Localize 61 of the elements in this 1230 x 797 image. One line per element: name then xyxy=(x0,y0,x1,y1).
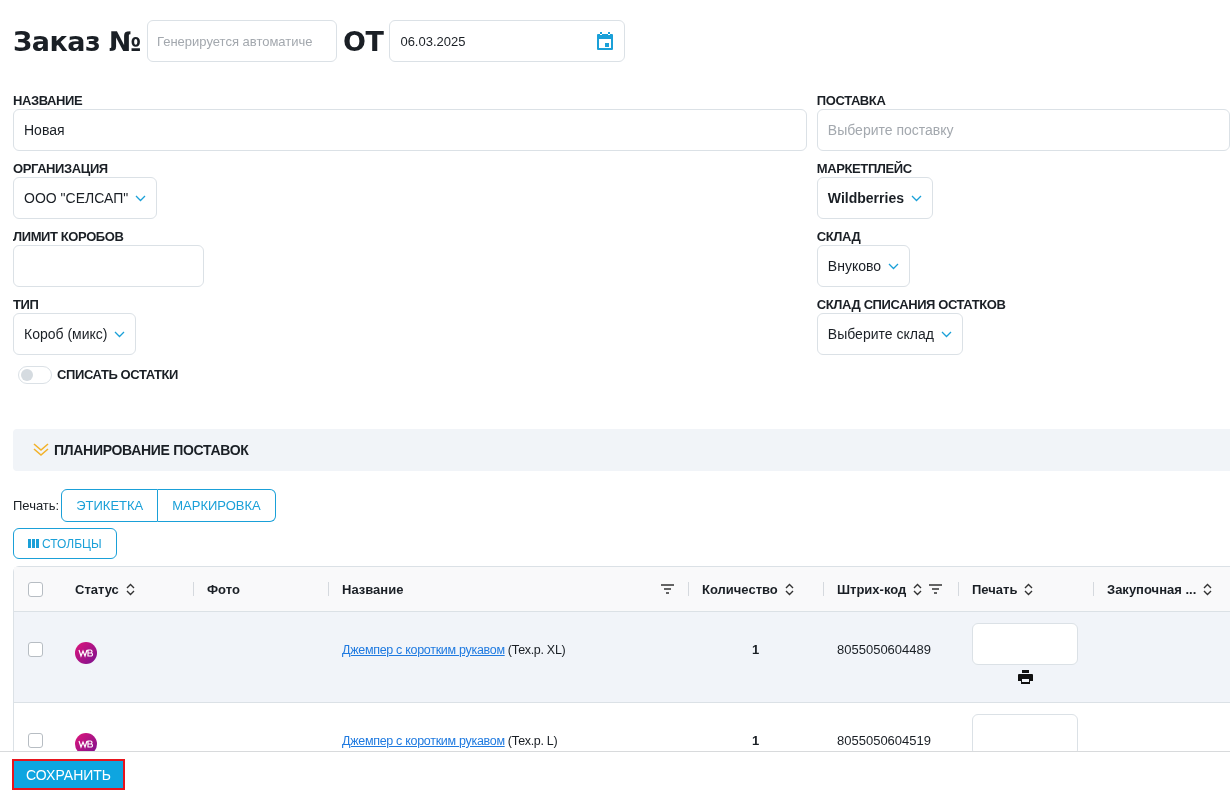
product-name: Джемпер с коротким рукавом (Тех.р. XL) xyxy=(342,642,566,658)
column-header[interactable]: Статус xyxy=(75,581,119,597)
dropdown[interactable]: Короб (микс) xyxy=(13,313,137,355)
barcode-cell: 8055050604489 xyxy=(837,642,931,658)
chevron-down-icon xyxy=(114,330,126,338)
order-title: Заказ № xyxy=(13,25,142,57)
column-header[interactable]: Закупочная ... xyxy=(1107,581,1197,597)
section-header[interactable]: ПЛАНИРОВАНИЕ ПОСТАВОК xyxy=(13,429,1230,471)
marketplace-logo-icon xyxy=(75,642,97,664)
dropdown[interactable]: Внуково xyxy=(816,245,911,287)
date-field[interactable]: 06.03.2025 xyxy=(389,20,626,62)
barcode-cell: 8055050604519 xyxy=(837,733,931,749)
field-label: СКЛАД xyxy=(816,229,861,245)
chevron-down-icon xyxy=(910,194,922,202)
print-count-field[interactable] xyxy=(972,623,1078,665)
select-all-checkbox[interactable] xyxy=(28,581,43,597)
field-label: МАРКЕТПЛЕЙС xyxy=(816,161,912,177)
printer-icon[interactable] xyxy=(1018,670,1033,684)
date-label: ОТ xyxy=(343,25,384,57)
text-field[interactable] xyxy=(13,245,204,287)
field-label: ТИП xyxy=(13,297,39,313)
chevron-down-icon xyxy=(135,194,147,202)
column-header[interactable]: Фото xyxy=(207,581,240,597)
field-label: СКЛАД СПИСАНИЯ ОСТАТКОВ xyxy=(816,297,1006,313)
quantity-cell: 1 xyxy=(751,642,760,658)
row-checkbox[interactable] xyxy=(28,733,43,748)
dropdown[interactable]: ООО "СЕЛСАП" xyxy=(13,177,158,219)
toggle-label: СПИСАТЬ ОСТАТКИ xyxy=(57,367,179,383)
dropdown[interactable]: Wildberries xyxy=(816,177,933,219)
sort-icon[interactable] xyxy=(125,582,135,596)
row-checkbox[interactable] xyxy=(28,642,43,657)
sort-icon[interactable] xyxy=(784,582,794,596)
order-number-field[interactable]: Генерируется автоматиче xyxy=(147,20,338,62)
product-link[interactable]: Джемпер с коротким рукавом xyxy=(342,734,505,748)
field-label: ОРГАНИЗАЦИЯ xyxy=(13,161,108,177)
filter-icon[interactable] xyxy=(929,584,943,594)
print-count-field[interactable] xyxy=(972,714,1078,751)
column-header[interactable]: Количество xyxy=(702,581,778,597)
chevron-down-icon xyxy=(940,330,952,338)
chevron-down-icon xyxy=(888,262,900,270)
filter-icon[interactable] xyxy=(661,584,674,594)
quantity-cell: 1 xyxy=(751,733,760,749)
field-label: НАЗВАНИЕ xyxy=(13,93,83,109)
field-label: ЛИМИТ КОРОБОВ xyxy=(13,229,124,245)
dropdown[interactable]: Выберите склад xyxy=(816,313,963,355)
column-header[interactable]: Название xyxy=(342,581,404,597)
table-row[interactable]: Джемпер с коротким рукавом (Тех.р. XL) 1 8055050604489 xyxy=(14,612,1230,703)
column-header[interactable]: Штрих-код xyxy=(837,581,907,597)
toggle-switch[interactable] xyxy=(18,366,52,384)
column-header[interactable]: Печать xyxy=(972,581,1018,597)
sort-icon[interactable] xyxy=(913,582,923,596)
columns-icon xyxy=(28,539,39,548)
product-name: Джемпер с коротким рукавом (Тех.р. L) xyxy=(342,733,558,749)
product-link[interactable]: Джемпер с коротким рукавом xyxy=(342,643,505,657)
text-field[interactable]: Выберите поставку xyxy=(816,109,1230,151)
sort-icon[interactable] xyxy=(1024,582,1034,596)
text-field[interactable]: Новая xyxy=(13,109,807,151)
field-label: ПОСТАВКА xyxy=(816,93,886,109)
sort-icon[interactable] xyxy=(1203,582,1213,596)
print-label: Печать: xyxy=(13,498,60,513)
calendar-icon[interactable] xyxy=(596,31,615,51)
